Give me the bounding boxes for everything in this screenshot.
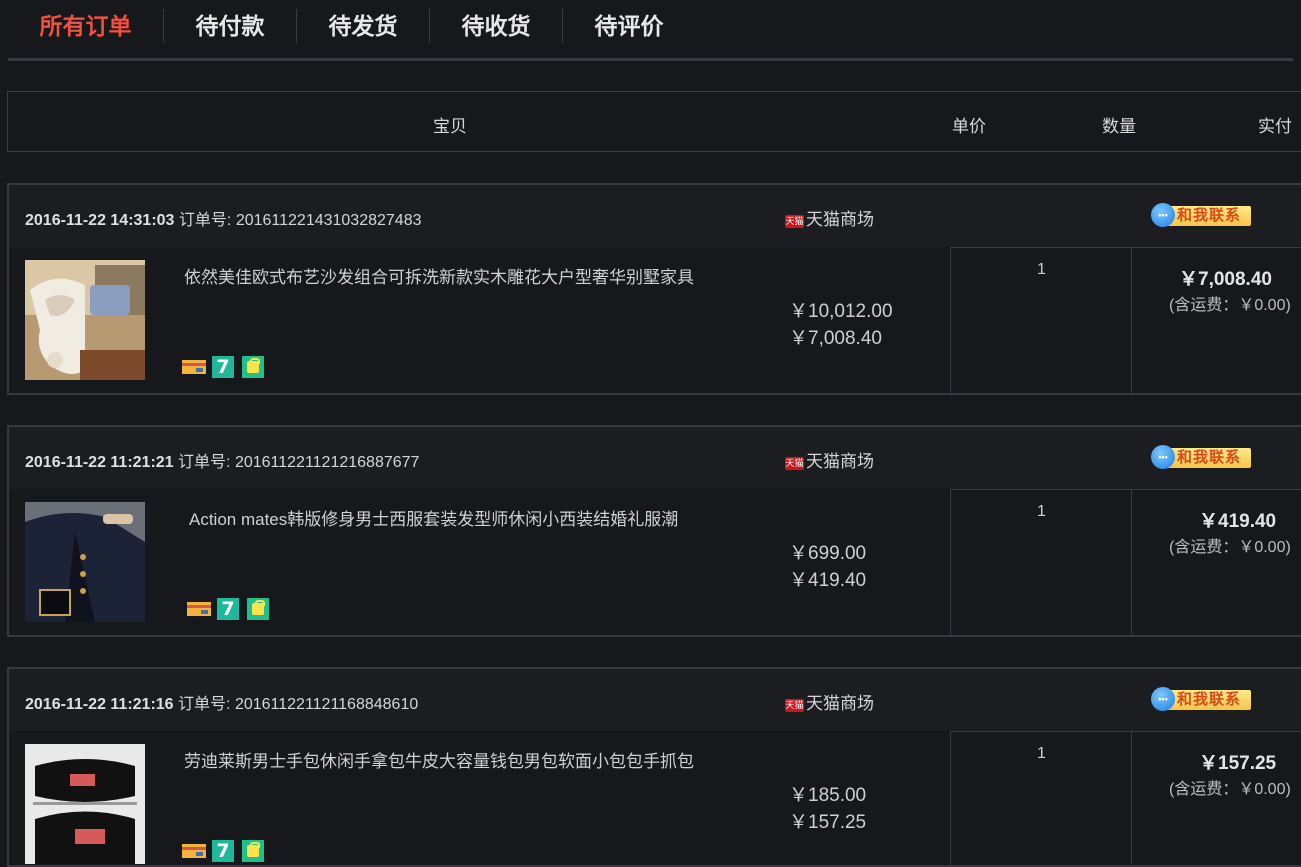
tab-pending-review[interactable]: 待评价 [563, 0, 695, 58]
cell-divider [950, 731, 951, 865]
paid-amount: ￥7,008.40 [1179, 269, 1272, 290]
card-icon[interactable] [182, 844, 206, 858]
paid-amount: ￥419.40 [1199, 511, 1277, 532]
seven-day-return-icon[interactable]: 7 [212, 840, 234, 862]
tab-all-orders[interactable]: 所有订单 [8, 0, 163, 61]
tmall-icon: 天猫 [785, 699, 804, 712]
order-card: 2016-11-22 11:21:21 订单号: 201611221121216… [7, 425, 1301, 637]
shop-link[interactable]: 天猫 天猫商场 [785, 205, 874, 230]
tab-label: 待付款 [195, 13, 265, 39]
cell-divider [950, 489, 951, 635]
cell-divider [950, 731, 1301, 732]
unit-price: ￥157.25 [789, 812, 867, 833]
order-header: 2016-11-22 11:21:16 订单号: 201611221121168… [9, 669, 1301, 731]
contact-seller-button[interactable]: 和我联系 ••• [1151, 687, 1251, 711]
cell-divider [950, 247, 951, 393]
column-paid: 实付 [1258, 117, 1292, 136]
column-header: 宝贝 单价 数量 实付 [7, 91, 1301, 152]
contact-label: 和我联系 [1167, 206, 1251, 226]
tab-label: 待收货 [461, 13, 531, 39]
cell-divider [950, 489, 1301, 490]
order-meta: 2016-11-22 11:21:16 订单号: 201611221121168… [25, 690, 418, 714]
product-title[interactable]: 劳迪莱斯男士手包休闲手拿包牛皮大容量钱包男包软面小包包手抓包 [184, 747, 694, 772]
contact-seller-button[interactable]: 和我联系 ••• [1151, 203, 1251, 227]
shop-name: 天猫商场 [806, 210, 874, 229]
column-item: 宝贝 [433, 117, 467, 136]
tab-label: 待发货 [328, 13, 398, 39]
order-meta: 2016-11-22 11:21:21 订单号: 201611221121216… [25, 448, 419, 472]
tabs-bottom-border [8, 58, 1293, 61]
cell-divider [950, 247, 1301, 248]
tab-pending-payment[interactable]: 待付款 [164, 0, 296, 58]
order-number: 20161122112121688767​7 [234, 454, 420, 471]
order-card: 2016-11-22 11:21:16 订单号: 201611221121168… [7, 667, 1301, 867]
order-number: 20161122143103282748​3 [235, 212, 422, 229]
quantity: 1 [1037, 261, 1046, 278]
shopping-bag-icon[interactable] [247, 598, 269, 620]
shop-link[interactable]: 天猫 天猫商场 [785, 447, 874, 472]
original-price: ￥699.00 [789, 543, 867, 564]
order-number: 20161122112116884861​0 [234, 696, 419, 713]
paid-amount: ￥157.25 [1199, 753, 1277, 774]
product-title[interactable]: Action mates韩版修身男士西服套装发型师休闲小西装结婚礼服潮 [189, 505, 678, 530]
column-unit-price: 单价 [952, 117, 986, 136]
shipping-note: (含运费：￥0.00) [1169, 297, 1291, 314]
order-no-label: 订单号: [178, 212, 232, 229]
tab-label: 所有订单 [39, 13, 132, 39]
tab-pending-receipt[interactable]: 待收货 [430, 0, 562, 58]
product-thumbnail[interactable] [25, 260, 145, 380]
product-thumbnail[interactable] [25, 502, 145, 622]
quantity: 1 [1037, 503, 1046, 520]
original-price: ￥185.00 [789, 785, 867, 806]
order-header: 2016-11-22 11:21:21 订单号: 201611221121216… [9, 427, 1301, 489]
shopping-bag-icon[interactable] [242, 356, 264, 378]
contact-label: 和我联系 [1167, 690, 1251, 710]
order-card: 2016-11-22 14:31:03 订单号: 201611221431032… [7, 183, 1301, 395]
order-no-label: 订单号: [178, 454, 231, 471]
order-meta: 2016-11-22 14:31:03 订单号: 201611221431032… [25, 206, 422, 230]
order-time: 2016-11-22 14:31:03 [25, 212, 175, 229]
shop-name: 天猫商场 [806, 452, 874, 471]
shipping-note: (含运费：￥0.00) [1169, 539, 1291, 556]
seven-day-return-icon[interactable]: 7 [212, 356, 234, 378]
tmall-icon: 天猫 [785, 215, 804, 228]
column-quantity: 数量 [1102, 117, 1136, 136]
quantity: 1 [1037, 745, 1046, 762]
seven-day-return-icon[interactable]: 7 [217, 598, 239, 620]
cell-divider [1131, 247, 1132, 393]
unit-price: ￥419.40 [789, 570, 867, 591]
card-icon[interactable] [182, 360, 206, 374]
tmall-icon: 天猫 [785, 457, 804, 470]
contact-label: 和我联系 [1167, 448, 1251, 468]
contact-seller-button[interactable]: 和我联系 ••• [1151, 445, 1251, 469]
product-title[interactable]: 依然美佳欧式布艺沙发组合可拆洗新款实木雕花大户型奢华别墅家具 [184, 263, 694, 288]
chat-bubble-icon: ••• [1151, 203, 1175, 227]
tab-pending-shipment[interactable]: 待发货 [297, 0, 429, 58]
product-thumbnail[interactable] [25, 744, 145, 864]
chat-bubble-icon: ••• [1151, 445, 1175, 469]
tab-label: 待评价 [594, 13, 664, 39]
unit-price: ￥7,008.40 [789, 328, 882, 349]
order-no-label: 订单号: [178, 696, 231, 713]
order-tabs: 所有订单 待付款 待发货 待收货 待评价 [0, 0, 1301, 61]
order-header: 2016-11-22 14:31:03 订单号: 201611221431032… [9, 185, 1301, 247]
order-time: 2016-11-22 11:21:21 [25, 454, 174, 471]
shop-link[interactable]: 天猫 天猫商场 [785, 689, 874, 714]
shop-name: 天猫商场 [806, 694, 874, 713]
cell-divider [1131, 731, 1132, 865]
original-price: ￥10,012.00 [789, 301, 893, 322]
card-icon[interactable] [187, 602, 211, 616]
shopping-bag-icon[interactable] [242, 840, 264, 862]
order-time: 2016-11-22 11:21:16 [25, 696, 174, 713]
cell-divider [1131, 489, 1132, 635]
shipping-note: (含运费：￥0.00) [1169, 781, 1291, 798]
chat-bubble-icon: ••• [1151, 687, 1175, 711]
